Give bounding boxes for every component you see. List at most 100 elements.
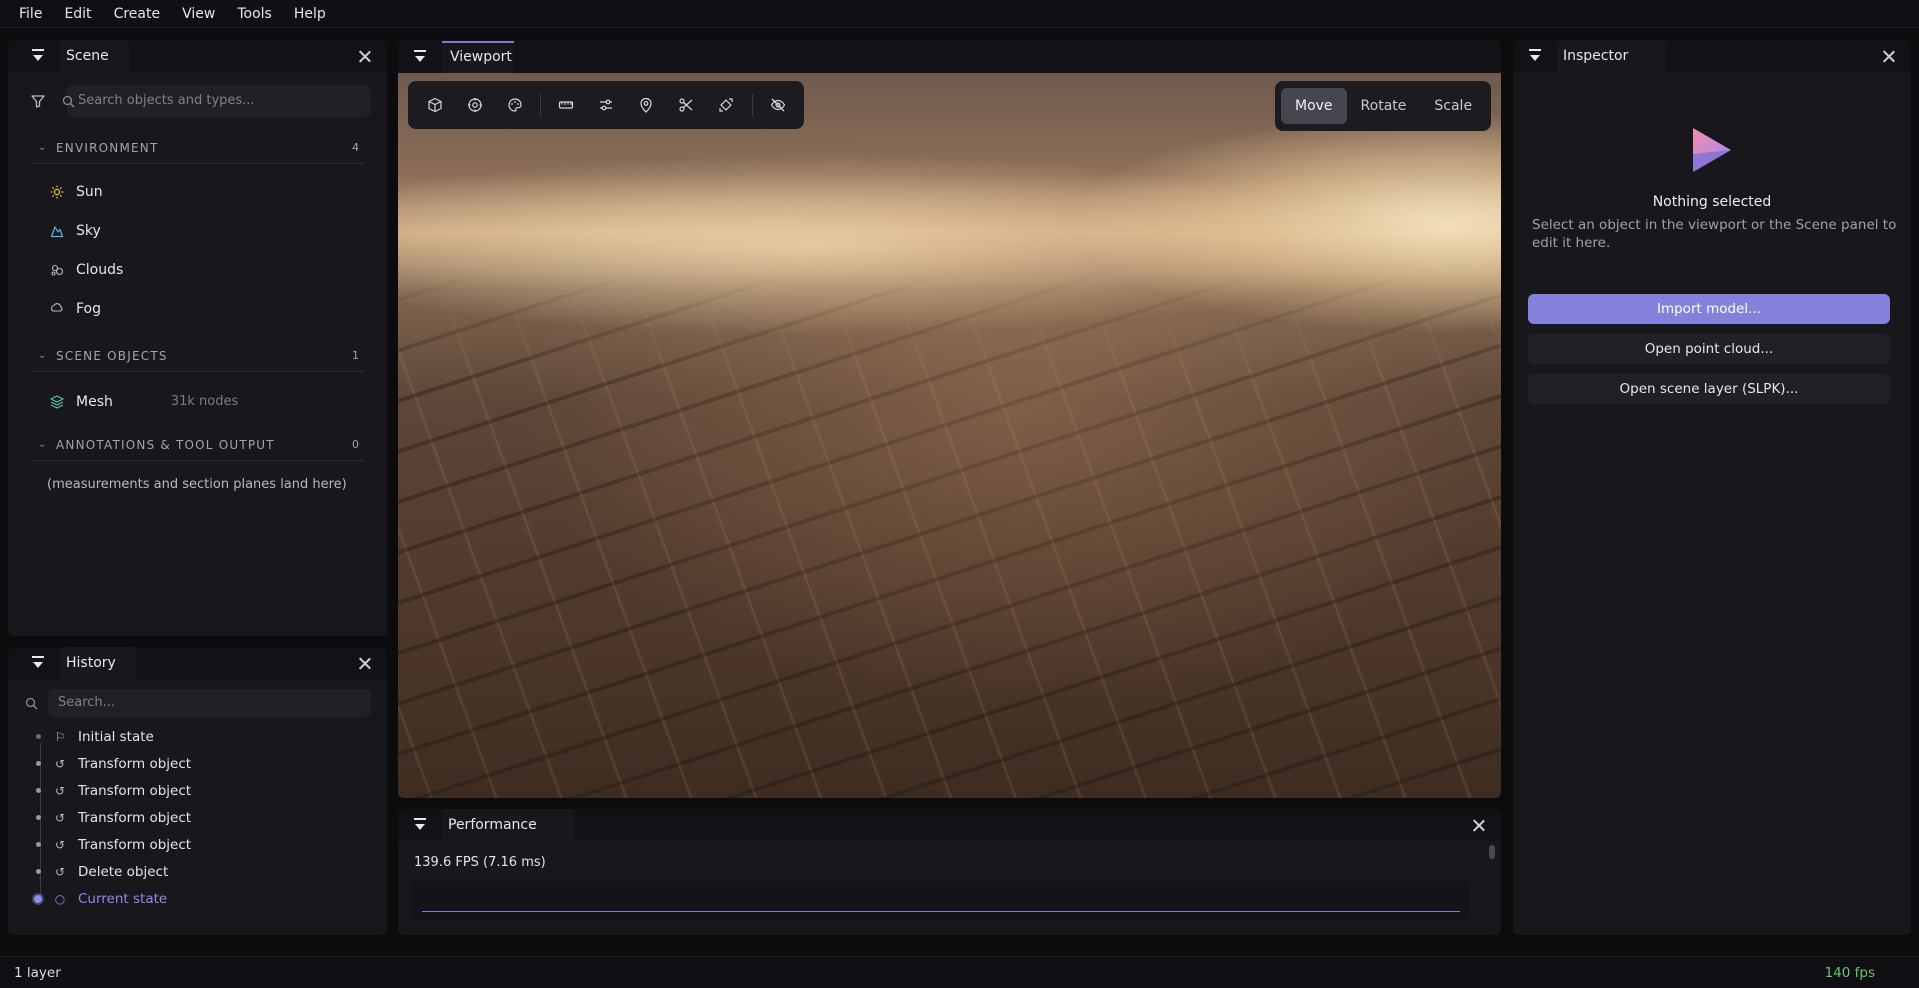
scene-search-row — [8, 72, 387, 120]
open-point-cloud-button[interactable]: Open point cloud... — [1528, 334, 1890, 364]
viewport-canvas[interactable]: Move Rotate Scale — [398, 73, 1501, 798]
section-label: ENVIRONMENT — [56, 140, 159, 155]
history-item-label: Current state — [78, 890, 168, 907]
panel-menu-icon[interactable] — [412, 817, 428, 833]
tree-item-sky[interactable]: Sky — [8, 211, 387, 250]
scene-panel: Scene ⌄ ENVIRONMENT 4 Sun Sky — [8, 40, 387, 636]
filter-icon[interactable] — [30, 93, 46, 109]
history-item-label: Transform object — [78, 755, 192, 772]
mode-rotate-button[interactable]: Rotate — [1347, 88, 1421, 124]
close-icon[interactable] — [1881, 48, 1897, 64]
history-search-input[interactable] — [48, 689, 371, 717]
history-item[interactable]: ⚐ Initial state — [8, 723, 387, 750]
history-item-label: Initial state — [78, 728, 154, 745]
search-icon — [25, 697, 38, 709]
cube-icon[interactable] — [420, 90, 449, 120]
close-icon[interactable] — [357, 655, 373, 671]
palette-icon[interactable] — [500, 90, 529, 120]
history-item-label: Transform object — [78, 782, 192, 799]
panel-menu-icon[interactable] — [412, 49, 428, 65]
mode-move-button[interactable]: Move — [1281, 88, 1347, 124]
import-model-button[interactable]: Import model... — [1528, 294, 1890, 324]
close-icon[interactable] — [1471, 817, 1487, 833]
history-item-current[interactable]: ○ Current state — [8, 885, 387, 912]
tab-history[interactable]: History — [60, 647, 136, 679]
map-pin-icon[interactable] — [632, 90, 661, 120]
fog-icon — [50, 302, 64, 316]
tab-viewport[interactable]: Viewport — [442, 40, 514, 73]
menu-view[interactable]: View — [171, 0, 226, 28]
sliders-icon[interactable] — [592, 90, 621, 120]
panel-menu-icon[interactable] — [30, 48, 46, 64]
history-item[interactable]: ↺ Transform object — [8, 750, 387, 777]
flag-icon: ⚐ — [54, 729, 66, 744]
section-environment[interactable]: ⌄ ENVIRONMENT 4 — [30, 132, 365, 164]
close-icon[interactable] — [357, 48, 373, 64]
panel-menu-icon[interactable] — [1527, 48, 1543, 64]
history-item[interactable]: ↺ Transform object — [8, 804, 387, 831]
open-scene-layer-button[interactable]: Open scene layer (SLPK)... — [1528, 374, 1890, 404]
chevron-down-icon: ⌄ — [38, 142, 48, 153]
viewport-panel-header: Viewport — [398, 40, 1501, 73]
section-annotations[interactable]: ⌄ ANNOTATIONS & TOOL OUTPUT 0 — [30, 429, 365, 461]
history-item[interactable]: ↺ Transform object — [8, 831, 387, 858]
transform-mode-group: Move Rotate Scale — [1275, 81, 1491, 131]
ruler-icon[interactable] — [552, 90, 581, 120]
undo-icon: ↺ — [54, 864, 66, 879]
tree-item-sun[interactable]: Sun — [8, 172, 387, 211]
viewport-toolbar — [408, 81, 804, 129]
scene-panel-header: Scene — [8, 40, 387, 72]
menu-help[interactable]: Help — [283, 0, 337, 28]
panel-menu-icon[interactable] — [30, 655, 46, 671]
tree-item-fog[interactable]: Fog — [8, 289, 387, 328]
menu-edit[interactable]: Edit — [53, 0, 102, 28]
empty-state-description: Select an object in the viewport or the … — [1532, 217, 1897, 251]
scene-search-input[interactable] — [67, 85, 371, 117]
menu-bar: File Edit Create View Tools Help — [0, 0, 1919, 28]
menu-create[interactable]: Create — [103, 0, 172, 28]
clouds-icon — [50, 263, 64, 277]
history-item[interactable]: ↺ Transform object — [8, 777, 387, 804]
circle-icon: ○ — [54, 891, 66, 906]
section-count: 4 — [352, 141, 359, 154]
performance-panel-header: Performance — [398, 809, 1501, 841]
history-search-row — [8, 679, 387, 723]
globe-icon[interactable] — [460, 90, 489, 120]
tab-performance[interactable]: Performance — [442, 809, 575, 841]
section-scene-objects[interactable]: ⌄ SCENE OBJECTS 1 — [30, 340, 365, 372]
section-label: SCENE OBJECTS — [56, 348, 168, 363]
history-panel-header: History — [8, 647, 387, 679]
mode-scale-button[interactable]: Scale — [1420, 88, 1486, 124]
undo-icon: ↺ — [54, 837, 66, 852]
tab-inspector[interactable]: Inspector — [1557, 40, 1667, 72]
annotations-empty-hint: (measurements and section planes land he… — [47, 477, 347, 492]
scissors-icon[interactable] — [672, 90, 701, 120]
menu-tools[interactable]: Tools — [226, 0, 283, 28]
undo-icon: ↺ — [54, 810, 66, 825]
layers-icon — [50, 394, 64, 409]
chevron-down-icon: ⌄ — [38, 439, 48, 450]
search-icon — [62, 95, 75, 107]
inspector-panel-header: Inspector — [1513, 40, 1911, 72]
tab-scene[interactable]: Scene — [60, 40, 129, 72]
status-fps: 140 fps — [1824, 964, 1875, 981]
sun-icon — [50, 185, 64, 199]
performance-panel: Performance 139.6 FPS (7.16 ms) — [398, 809, 1501, 935]
tree-item-mesh[interactable]: Mesh 31k nodes — [8, 382, 387, 421]
mesh-node-count: 31k nodes — [170, 394, 239, 409]
fps-readout: 139.6 FPS (7.16 ms) — [414, 855, 546, 870]
scrollbar[interactable] — [1489, 845, 1495, 859]
viewport-panel: Viewport Move Rotate Scale — [398, 40, 1501, 798]
tree-item-clouds[interactable]: Clouds — [8, 250, 387, 289]
history-item[interactable]: ↺ Delete object — [8, 858, 387, 885]
fps-graph-line — [422, 911, 1460, 912]
section-count: 1 — [352, 349, 359, 362]
menu-file[interactable]: File — [8, 0, 53, 28]
box-arrows-icon[interactable] — [712, 90, 741, 120]
eye-off-icon[interactable] — [764, 90, 793, 120]
undo-icon: ↺ — [54, 756, 66, 771]
tree-item-label: Mesh — [76, 393, 113, 410]
undo-icon: ↺ — [54, 783, 66, 798]
tree-item-label: Sky — [76, 222, 101, 239]
inspector-panel: Inspector Nothing selected Select an obj… — [1513, 40, 1911, 935]
